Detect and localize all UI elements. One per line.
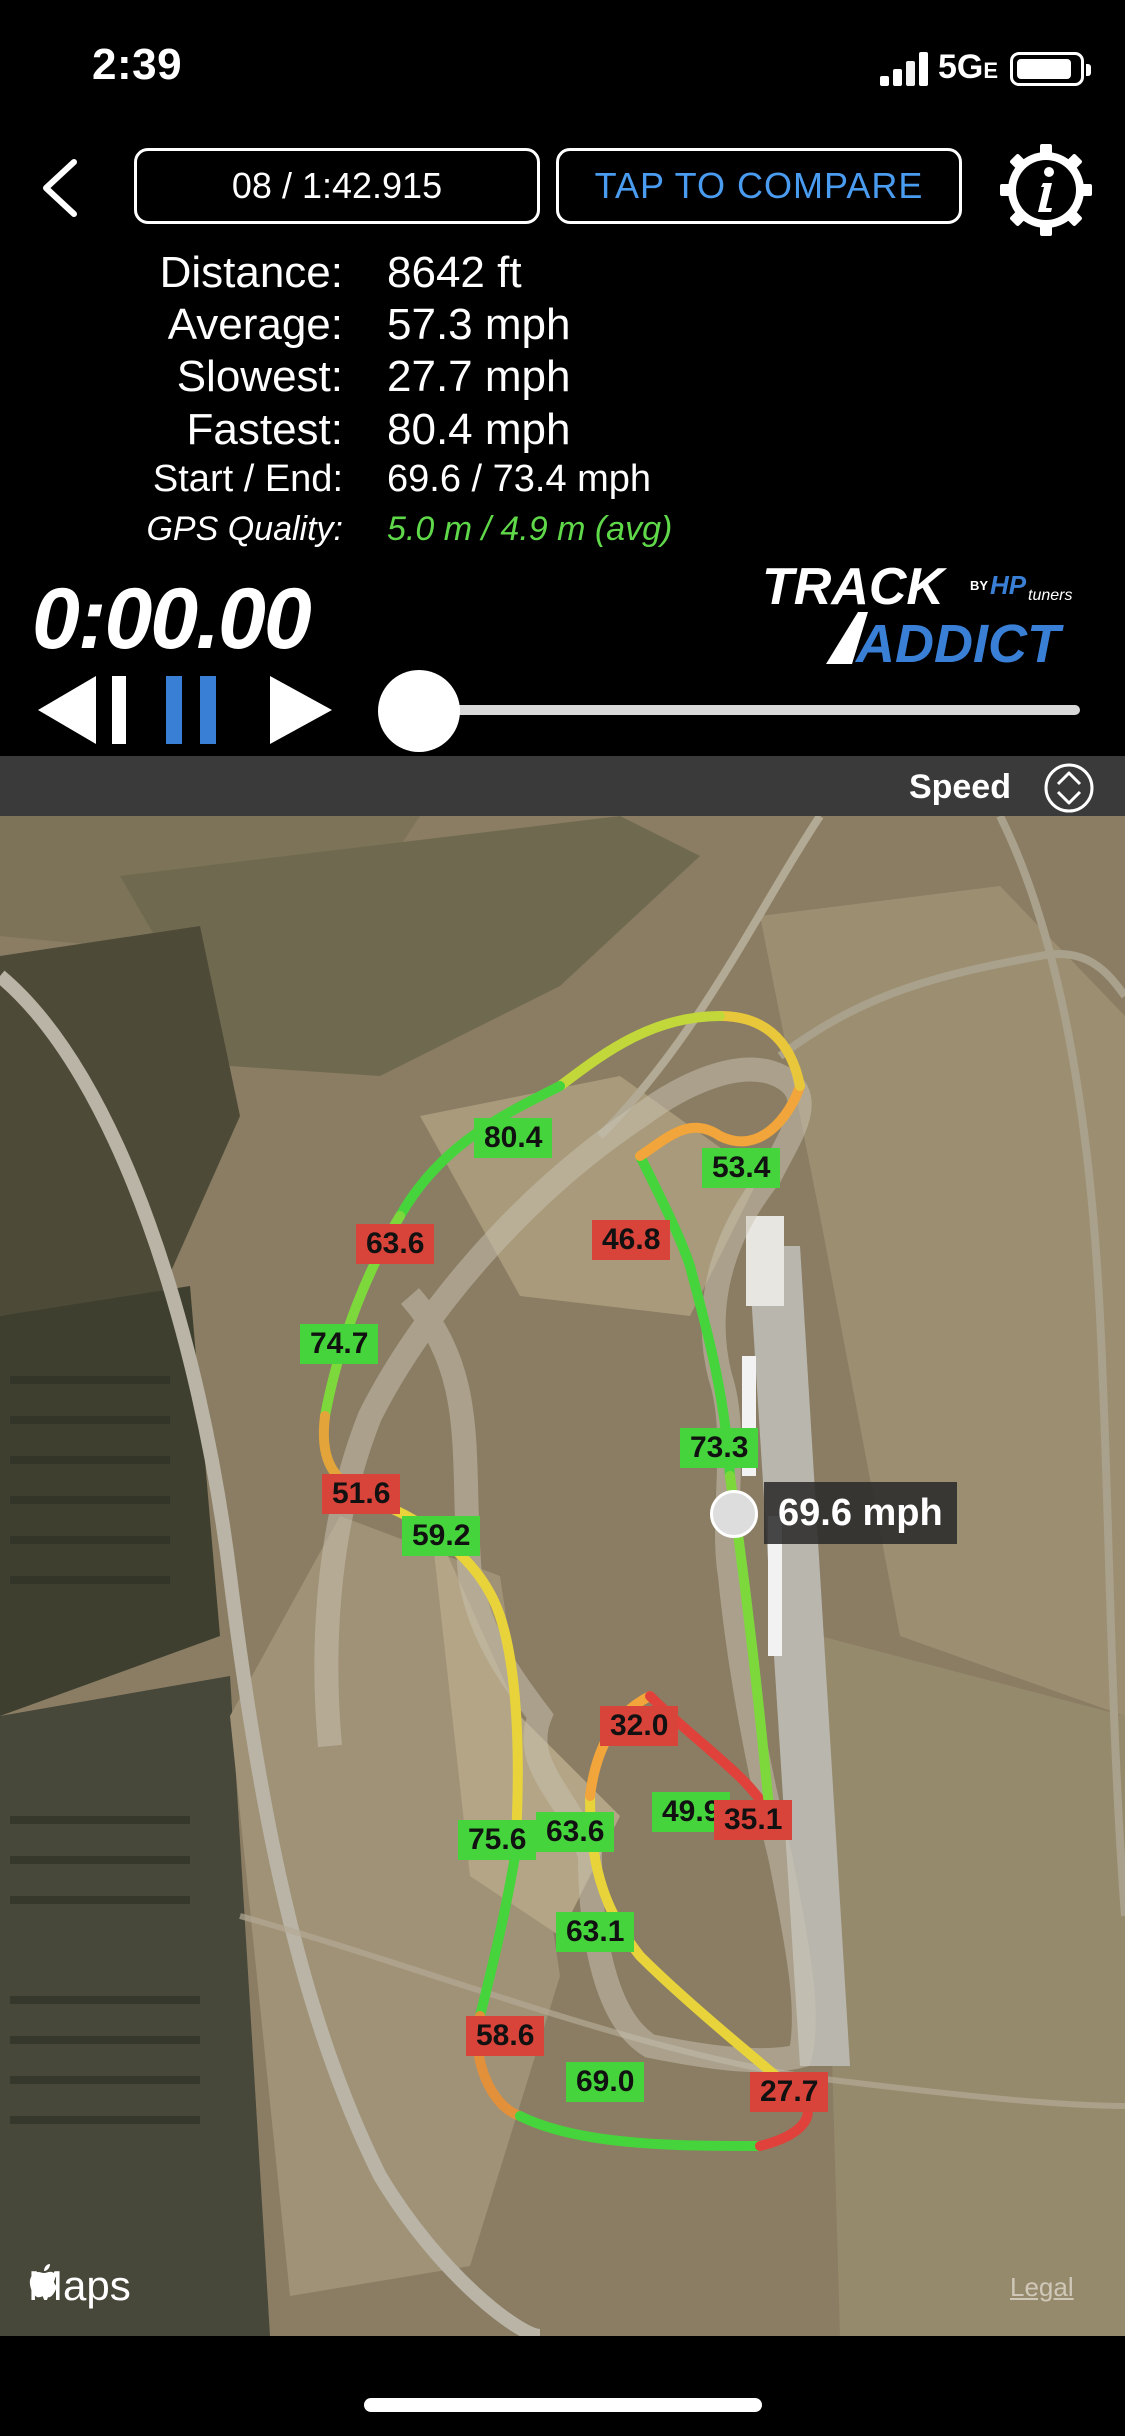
chevron-left-icon (43, 159, 77, 217)
map-header: Speed (0, 756, 1125, 816)
trackaddict-logo: TRACK BY HP tuners ADDICT (756, 558, 1076, 674)
logo-line1: TRACK (762, 560, 947, 616)
network-type: 5GE (938, 48, 998, 87)
stat-label: Fastest: (186, 405, 344, 454)
speed-marker: 80.4 (474, 1118, 553, 1158)
lap-timer: 0:00.00 (32, 571, 312, 667)
speed-marker: 74.7 (300, 1324, 379, 1364)
logo-by: BY (970, 578, 988, 593)
stat-label: Distance: (159, 248, 343, 297)
speed-marker: 58.6 (466, 2016, 545, 2056)
bottom-safe-area (0, 2336, 1125, 2436)
speed-marker: 75.6 (458, 1820, 537, 1860)
speed-marker: 59.2 (402, 1516, 481, 1556)
playback-slider-track[interactable] (420, 705, 1080, 715)
speed-marker: 53.4 (702, 1148, 781, 1188)
stat-value: 57.3 mph (387, 300, 571, 349)
stat-label: Average: (167, 300, 343, 349)
stat-value: 80.4 mph (387, 405, 571, 454)
stat-label: Start / End: (152, 458, 343, 500)
back-button[interactable] (30, 148, 90, 228)
stat-distance: Distance: 8642 ft (0, 248, 1125, 300)
speed-marker: 63.6 (356, 1224, 435, 1264)
speed-marker: 63.6 (536, 1812, 615, 1852)
speed-callout: 69.6 mph (764, 1482, 957, 1544)
lap-selector-button[interactable]: 08 / 1:42.915 (134, 148, 540, 224)
up-down-toggle-icon[interactable] (1043, 762, 1095, 814)
satellite-map-background (0, 816, 1125, 2336)
speed-marker: 32.0 (600, 1706, 679, 1746)
step-back-button[interactable] (34, 672, 134, 748)
network-label: 5G (938, 48, 984, 86)
logo-brand2: tuners (1028, 587, 1072, 604)
playback-slider-thumb[interactable] (378, 670, 460, 752)
stat-fastest: Fastest: 80.4 mph (0, 405, 1125, 457)
stat-average: Average: 57.3 mph (0, 300, 1125, 352)
stat-gps-quality: GPS Quality: 5.0 m / 4.9 m (avg) (0, 510, 1125, 562)
logo-brand: HP (990, 570, 1027, 600)
stat-label: GPS Quality: (146, 510, 343, 548)
track-map[interactable]: 80.4 53.4 63.6 46.8 74.7 73.3 51.6 59.2 … (0, 816, 1125, 2336)
stat-value: 69.6 / 73.4 mph (387, 458, 652, 500)
speed-marker: 51.6 (322, 1474, 401, 1514)
info-button[interactable] (996, 140, 1096, 240)
car-position-marker (710, 1490, 758, 1538)
legal-link[interactable]: Legal (1010, 2272, 1074, 2303)
apple-logo-icon (29, 2264, 57, 2298)
status-bar: 2:39 5GE (0, 0, 1125, 140)
network-suffix: E (983, 58, 999, 83)
compare-button[interactable]: TAP TO COMPARE (556, 148, 962, 224)
pause-button[interactable] (166, 672, 218, 748)
cellular-signal-icon (880, 52, 928, 86)
status-time: 2:39 (92, 40, 183, 89)
stat-slowest: Slowest: 27.7 mph (0, 352, 1125, 404)
apple-maps-attribution: Maps (28, 2262, 131, 2310)
stat-value: 27.7 mph (387, 352, 571, 401)
stat-start-end: Start / End: 69.6 / 73.4 mph (0, 458, 1125, 510)
speed-marker: 27.7 (750, 2072, 829, 2112)
battery-icon (1010, 52, 1091, 86)
speed-marker: 35.1 (714, 1800, 793, 1840)
logo-line2: ADDICT (854, 614, 1064, 670)
data-channel-label: Speed (908, 768, 1011, 806)
stat-value: 8642 ft (387, 248, 522, 297)
speed-marker: 73.3 (680, 1428, 759, 1468)
speed-marker: 69.0 (566, 2062, 645, 2102)
stat-label: Slowest: (176, 352, 343, 401)
gear-info-icon (1000, 144, 1092, 236)
speed-marker: 63.1 (556, 1912, 635, 1952)
home-indicator[interactable] (364, 2398, 762, 2412)
speed-marker: 46.8 (592, 1220, 671, 1260)
stat-value: 5.0 m / 4.9 m (avg) (387, 510, 673, 548)
play-button[interactable] (268, 672, 338, 748)
